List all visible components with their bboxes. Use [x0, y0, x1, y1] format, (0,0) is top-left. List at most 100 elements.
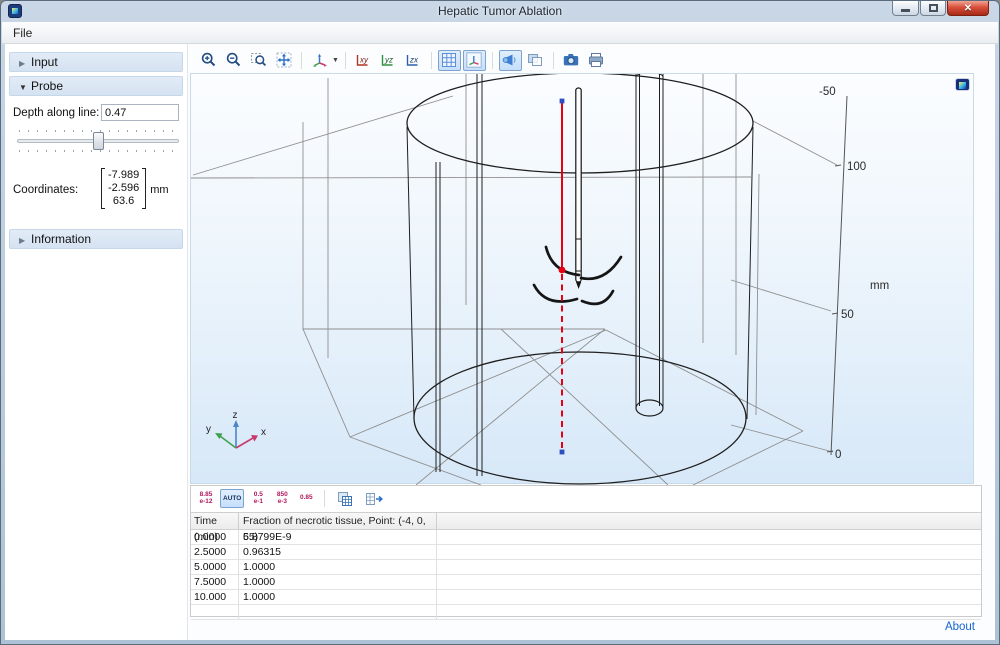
toolbar-separator [324, 490, 325, 507]
minimize-button[interactable] [892, 1, 919, 16]
maximize-button[interactable] [920, 1, 946, 16]
transparency-button[interactable] [524, 50, 547, 71]
print-button[interactable] [585, 50, 608, 71]
table-row[interactable]: 10.000 1.0000 [191, 590, 981, 605]
coordinates-label: Coordinates: [13, 184, 101, 209]
close-button[interactable]: ✕ [947, 1, 989, 16]
cell-fraction[interactable]: 5.8799E-9 [239, 530, 437, 544]
section-header-probe[interactable]: ▼Probe [9, 76, 183, 96]
slider-thumb[interactable] [93, 132, 104, 150]
toolbar-separator [492, 52, 493, 69]
full-precision-icon: 8.85 e-12 [199, 492, 212, 505]
toolbar-separator [431, 52, 432, 69]
content: ▶Input ▼Probe Depth along line: Coordina… [5, 44, 995, 640]
window-controls: ✕ [891, 1, 989, 16]
table-header-row[interactable]: Time (min) Fraction of necrotic tissue, … [191, 513, 981, 530]
coordinate-z: 63.6 [108, 195, 139, 208]
view-yz-button[interactable]: yz [377, 50, 400, 71]
show-grid-button[interactable] [438, 50, 461, 71]
titlebar[interactable]: Hepatic Tumor Ablation ✕ [1, 1, 999, 22]
column-header-fraction[interactable]: Fraction of necrotic tissue, Point: (-4,… [239, 513, 437, 529]
section-label-input: Input [31, 55, 58, 69]
show-axis-orientation-button[interactable] [463, 50, 486, 71]
zoom-in-button[interactable] [197, 50, 220, 71]
coordinate-y: -2.596 [108, 182, 139, 195]
chevron-right-icon: ▶ [19, 231, 31, 250]
zoom-extents-button[interactable] [272, 50, 295, 71]
toolbar-separator [553, 52, 554, 69]
view-xy-button[interactable]: xy [352, 50, 375, 71]
toolbar-separator [301, 52, 302, 69]
section-label-probe: Probe [31, 79, 63, 93]
zoom-out-button[interactable] [222, 50, 245, 71]
copy-table-button[interactable] [333, 489, 357, 508]
cell-time[interactable]: 0.0000 [191, 530, 239, 544]
settings-sidebar: ▶Input ▼Probe Depth along line: Coordina… [5, 44, 188, 640]
cell-fraction[interactable]: 0.96315 [239, 545, 437, 559]
section-header-information[interactable]: ▶Information [9, 229, 183, 249]
automatic-notation-button[interactable]: AUTO [220, 489, 244, 508]
view-zx-button[interactable]: zx [402, 50, 425, 71]
depth-along-line-input[interactable] [101, 104, 179, 121]
table-row[interactable]: 5.0000 1.0000 [191, 560, 981, 575]
cell-fraction[interactable]: 1.0000 [239, 590, 437, 604]
coordinates-unit: mm [150, 184, 168, 209]
coordinates-matrix: -7.989 -2.596 63.6 [101, 168, 146, 209]
probe-line [559, 99, 566, 455]
axis-label-0: 0 [835, 449, 841, 461]
export-table-icon [364, 490, 384, 508]
plot-window-icon[interactable] [955, 78, 970, 91]
snapshot-button[interactable] [560, 50, 583, 71]
export-table-button[interactable] [361, 489, 387, 508]
section-header-input[interactable]: ▶Input [9, 52, 183, 72]
triad-x-label: x [261, 427, 266, 438]
column-header-time[interactable]: Time (min) [191, 513, 239, 529]
dropdown-caret-icon[interactable]: ▼ [332, 57, 339, 64]
cell-time[interactable]: 7.5000 [191, 575, 239, 589]
slider-ticks-bottom [19, 150, 177, 152]
triad-y-label: y [206, 424, 211, 435]
graphics-scene: -50 100 mm 50 0 z [191, 74, 975, 485]
menu-file[interactable]: File [5, 24, 40, 42]
axis-label-50: 50 [841, 309, 854, 321]
cell-fraction[interactable]: 1.0000 [239, 560, 437, 574]
depth-slider[interactable] [17, 128, 179, 154]
axis-orientation-icon [465, 51, 483, 69]
zoom-box-icon [250, 51, 268, 69]
ablation-probe [534, 88, 621, 304]
chevron-right-icon: ▶ [19, 54, 31, 73]
svg-text:xy: xy [359, 56, 369, 65]
view-zx-icon: zx [404, 51, 423, 69]
zoom-extents-icon [275, 51, 293, 69]
zoom-box-button[interactable] [247, 50, 270, 71]
toolbar-separator [345, 52, 346, 69]
cell-time[interactable]: 5.0000 [191, 560, 239, 574]
cell-time[interactable]: 10.000 [191, 590, 239, 604]
table-toolbar: 8.85 e-12 AUTO 0.5 e-1 850 e-3 0.85 [191, 486, 981, 511]
default-3d-view-button[interactable] [308, 50, 331, 71]
table-row[interactable]: 0.0000 5.8799E-9 [191, 530, 981, 545]
column-header-empty [437, 513, 981, 529]
scientific-notation-icon: 0.5 e-1 [254, 492, 263, 505]
cell-fraction[interactable]: 1.0000 [239, 575, 437, 589]
table-row[interactable]: 2.5000 0.96315 [191, 545, 981, 560]
transparency-icon [526, 51, 544, 69]
scene-light-icon [501, 51, 519, 69]
copy-table-icon [336, 490, 354, 508]
chevron-down-icon: ▼ [19, 78, 31, 97]
camera-icon [562, 51, 580, 69]
table-row[interactable]: 7.5000 1.0000 [191, 575, 981, 590]
full-precision-button[interactable]: 8.85 e-12 [196, 489, 216, 508]
engineering-notation-icon: 850 e-3 [277, 492, 288, 505]
automatic-notation-icon: AUTO [223, 495, 241, 502]
decimal-notation-icon: 0.85 [300, 495, 313, 502]
graphics-canvas[interactable]: -50 100 mm 50 0 z [190, 73, 974, 484]
about-link[interactable]: About [945, 621, 975, 633]
scene-light-button[interactable] [499, 50, 522, 71]
cell-time[interactable]: 2.5000 [191, 545, 239, 559]
results-panel: 8.85 e-12 AUTO 0.5 e-1 850 e-3 0.85 [190, 485, 982, 617]
scientific-notation-button[interactable]: 0.5 e-1 [248, 489, 268, 508]
engineering-notation-button[interactable]: 850 e-3 [272, 489, 292, 508]
decimal-notation-button[interactable]: 0.85 [296, 489, 316, 508]
bracket-right [142, 168, 146, 209]
